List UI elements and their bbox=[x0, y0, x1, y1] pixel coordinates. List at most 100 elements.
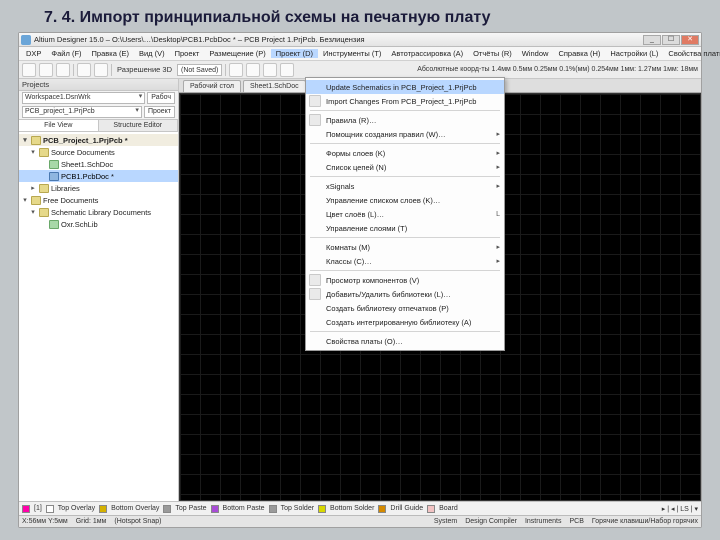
menubar[interactable]: DXPФайл (F)Правка (E)Вид (V)ПроектРазмещ… bbox=[19, 47, 701, 61]
menu-item[interactable]: Размещение (P) bbox=[204, 49, 270, 58]
menu-item[interactable]: Классы (C)…▸ bbox=[306, 254, 504, 268]
menu-item[interactable]: Свойства платы (O)… bbox=[306, 334, 504, 348]
toolbar-button[interactable] bbox=[77, 63, 91, 77]
expand-icon[interactable]: ▾ bbox=[21, 136, 29, 144]
toolbar-button[interactable] bbox=[246, 63, 260, 77]
tree-row[interactable]: ▸Libraries bbox=[19, 182, 178, 194]
layer-swatch[interactable] bbox=[211, 505, 219, 513]
toolbar-button[interactable] bbox=[280, 63, 294, 77]
menu-item[interactable]: Window bbox=[517, 49, 554, 58]
menu-item[interactable]: Просмотр компонентов (V) bbox=[306, 273, 504, 287]
status-link[interactable]: Instruments bbox=[525, 518, 562, 525]
slide-title: 7. 4. Импорт принципиальной схемы на печ… bbox=[0, 0, 720, 31]
status-link[interactable]: System bbox=[434, 518, 457, 525]
layer-bar-controls[interactable]: ▸ | ◂ | LS | ▾ bbox=[662, 505, 698, 513]
menu-item[interactable]: Правка (E) bbox=[87, 49, 134, 58]
layer-swatch[interactable] bbox=[378, 505, 386, 513]
layer-swatch[interactable] bbox=[318, 505, 326, 513]
status-link[interactable]: Design Compiler bbox=[465, 518, 517, 525]
layer-swatch[interactable] bbox=[46, 505, 54, 513]
project-tree[interactable]: ▾ PCB_Project_1.PrjPcb *▾Source Documents… bbox=[19, 132, 178, 501]
project-menu-dropdown[interactable]: Update Schematics in PCB_Project_1.PrjPc… bbox=[305, 77, 505, 351]
tree-label: PCB_Project_1.PrjPcb * bbox=[43, 136, 128, 145]
tab-structure-editor[interactable]: Structure Editor bbox=[99, 120, 179, 131]
layer-swatch[interactable] bbox=[163, 505, 171, 513]
menu-item[interactable]: Update Schematics in PCB_Project_1.PrjPc… bbox=[306, 80, 504, 94]
projects-panel: Projects Workspace1.DsnWrk Рабоч PCB_pro… bbox=[19, 79, 179, 501]
menu-item[interactable]: Управление слоями (T) bbox=[306, 221, 504, 235]
menu-item[interactable]: Свойства платы (B) bbox=[663, 49, 720, 58]
layer-swatch[interactable] bbox=[99, 505, 107, 513]
menu-item[interactable]: Проект bbox=[170, 49, 205, 58]
close-button[interactable]: ✕ bbox=[681, 35, 699, 45]
menu-item[interactable]: Создать интегрированную библиотеку (A) bbox=[306, 315, 504, 329]
menu-item[interactable]: Файл (F) bbox=[46, 49, 86, 58]
layer-name[interactable]: Board bbox=[439, 505, 458, 512]
menu-item[interactable]: Комнаты (M)▸ bbox=[306, 240, 504, 254]
expand-icon[interactable]: ▾ bbox=[29, 148, 37, 156]
layer-name[interactable]: Bottom Solder bbox=[330, 505, 374, 512]
layer-name[interactable]: Bottom Paste bbox=[223, 505, 265, 512]
expand-icon[interactable]: ▾ bbox=[29, 208, 37, 216]
menu-item[interactable]: Проект (D) bbox=[271, 49, 318, 58]
toolbar-button[interactable] bbox=[94, 63, 108, 77]
layer-name[interactable]: Drill Guide bbox=[390, 505, 423, 512]
project-button[interactable]: Проект bbox=[144, 106, 175, 118]
layer-name[interactable]: Top Overlay bbox=[58, 505, 95, 512]
toolbar-button[interactable] bbox=[22, 63, 36, 77]
tree-row[interactable]: ▾Source Documents bbox=[19, 146, 178, 158]
file-icon bbox=[49, 172, 59, 181]
toolbar-button[interactable] bbox=[229, 63, 243, 77]
document-tab[interactable]: Рабочий стол bbox=[183, 80, 241, 92]
menu-item[interactable]: Правила (R)… bbox=[306, 113, 504, 127]
layer-swatch[interactable] bbox=[22, 505, 30, 513]
menu-item[interactable]: Управление списком слоев (K)… bbox=[306, 193, 504, 207]
status-link[interactable]: Горячие клавиши/Набор горячих bbox=[592, 518, 698, 525]
document-tab[interactable]: Sheet1.SchDoc bbox=[243, 80, 306, 92]
tree-row[interactable]: ▾Schematic Library Documents bbox=[19, 206, 178, 218]
menu-item[interactable]: Добавить/Удалить библиотеки (L)… bbox=[306, 287, 504, 301]
file-icon bbox=[39, 208, 49, 217]
menu-item[interactable]: Инструменты (T) bbox=[318, 49, 386, 58]
status-grid: Grid: 1мм bbox=[76, 518, 107, 525]
layer-bar[interactable]: [1] Top Overlay Bottom Overlay Top Paste Bot… bbox=[19, 501, 701, 515]
menu-item[interactable]: Формы слоев (K)▸ bbox=[306, 146, 504, 160]
menu-item[interactable]: Отчёты (R) bbox=[468, 49, 517, 58]
toolbar-button[interactable] bbox=[263, 63, 277, 77]
menu-item[interactable]: Помощник создания правил (W)…▸ bbox=[306, 127, 504, 141]
tree-row[interactable]: Oxr.SchLib bbox=[19, 218, 178, 230]
project-dropdown[interactable]: PCB_project_1.PrjPcb bbox=[22, 106, 142, 118]
toolbar-button[interactable] bbox=[56, 63, 70, 77]
panel-tabs[interactable]: File View Structure Editor bbox=[19, 119, 178, 132]
menu-item[interactable]: DXP bbox=[21, 49, 46, 58]
status-link[interactable]: PCB bbox=[570, 518, 584, 525]
menu-item[interactable]: Вид (V) bbox=[134, 49, 170, 58]
menu-item[interactable]: Настройки (L) bbox=[605, 49, 663, 58]
menu-item[interactable]: xSignals▸ bbox=[306, 179, 504, 193]
workspace-dropdown[interactable]: Workspace1.DsnWrk bbox=[22, 92, 145, 104]
menu-item[interactable]: Автотрассировка (A) bbox=[386, 49, 468, 58]
minimize-button[interactable]: _ bbox=[643, 35, 661, 45]
layer-name[interactable]: Top Paste bbox=[175, 505, 206, 512]
app-icon bbox=[21, 35, 31, 45]
tree-row[interactable]: ▾Free Documents bbox=[19, 194, 178, 206]
layer-swatch[interactable] bbox=[269, 505, 277, 513]
tree-row[interactable]: Sheet1.SchDoc bbox=[19, 158, 178, 170]
menu-item[interactable]: Import Changes From PCB_Project_1.PrjPcb bbox=[306, 94, 504, 108]
layer-name[interactable]: [1] bbox=[34, 505, 42, 512]
layer-swatch[interactable] bbox=[427, 505, 435, 513]
tree-row[interactable]: ▾ PCB_Project_1.PrjPcb * bbox=[19, 134, 178, 146]
menu-item[interactable]: Цвет слоёв (L)…L bbox=[306, 207, 504, 221]
layer-name[interactable]: Top Solder bbox=[281, 505, 314, 512]
workspace-button[interactable]: Рабоч bbox=[147, 92, 175, 104]
tab-file-view[interactable]: File View bbox=[19, 120, 99, 131]
layer-name[interactable]: Bottom Overlay bbox=[111, 505, 159, 512]
menu-item[interactable]: Справка (H) bbox=[553, 49, 605, 58]
expand-icon[interactable]: ▸ bbox=[29, 184, 37, 192]
expand-icon[interactable]: ▾ bbox=[21, 196, 29, 204]
menu-item[interactable]: Список цепей (N)▸ bbox=[306, 160, 504, 174]
toolbar-button[interactable] bbox=[39, 63, 53, 77]
tree-row[interactable]: PCB1.PcbDoc * bbox=[19, 170, 178, 182]
maximize-button[interactable]: ☐ bbox=[662, 35, 680, 45]
menu-item[interactable]: Создать библиотеку отпечатков (P) bbox=[306, 301, 504, 315]
